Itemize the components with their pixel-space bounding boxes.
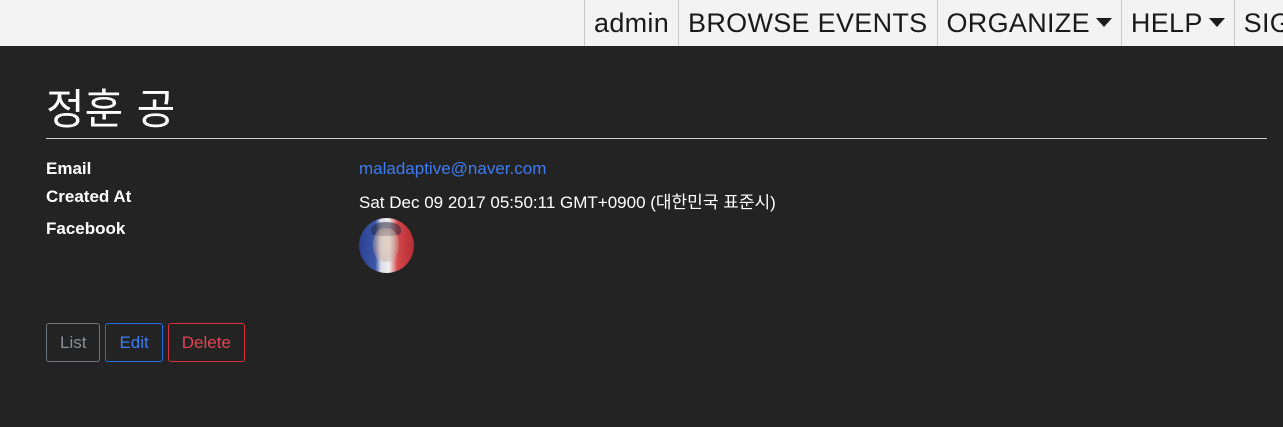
edit-button[interactable]: Edit — [105, 323, 163, 362]
created-at-label: Created At — [46, 187, 132, 206]
page-title: 정훈 공 — [46, 84, 1267, 139]
nav-item-sign-out-label: SIGN OUT — [1243, 7, 1283, 38]
nav-item-sign-out[interactable]: SIGN OUT — [1233, 0, 1283, 46]
chevron-down-icon — [1095, 17, 1112, 27]
delete-button[interactable]: Delete — [167, 323, 245, 362]
email-label: Email — [46, 159, 92, 178]
facebook-label: Facebook — [46, 219, 126, 238]
nav-item-help[interactable]: HELP — [1120, 0, 1234, 46]
nav-item-admin[interactable]: admin — [584, 0, 678, 46]
nav-item-browse-events-label: BROWSE EVENTS — [688, 7, 928, 38]
top-navbar: admin BROWSE EVENTS ORGANIZE HELP SIGN O… — [0, 0, 1283, 46]
facebook-avatar-wrap — [359, 218, 414, 273]
nav-item-admin-label: admin — [594, 7, 670, 38]
nav-menu: admin BROWSE EVENTS ORGANIZE HELP SIGN O… — [584, 0, 1283, 46]
list-button[interactable]: List — [46, 323, 101, 362]
avatar-face — [373, 228, 399, 262]
email-link[interactable]: maladaptive@naver.com — [359, 159, 546, 178]
created-at-value: Sat Dec 09 2017 05:50:11 GMT+0900 (대한민국 … — [359, 193, 776, 212]
nav-item-help-label: HELP — [1130, 7, 1203, 38]
nav-item-organize-label: ORGANIZE — [946, 7, 1090, 38]
avatar[interactable] — [359, 218, 414, 273]
chevron-down-icon — [1208, 17, 1225, 27]
main-content: 정훈 공 Email maladaptive@naver.com Created… — [46, 46, 1267, 362]
action-buttons: List Edit Delete — [46, 323, 245, 362]
email-value: maladaptive@naver.com — [359, 159, 546, 179]
nav-item-browse-events[interactable]: BROWSE EVENTS — [678, 0, 936, 46]
nav-item-organize[interactable]: ORGANIZE — [936, 0, 1121, 46]
